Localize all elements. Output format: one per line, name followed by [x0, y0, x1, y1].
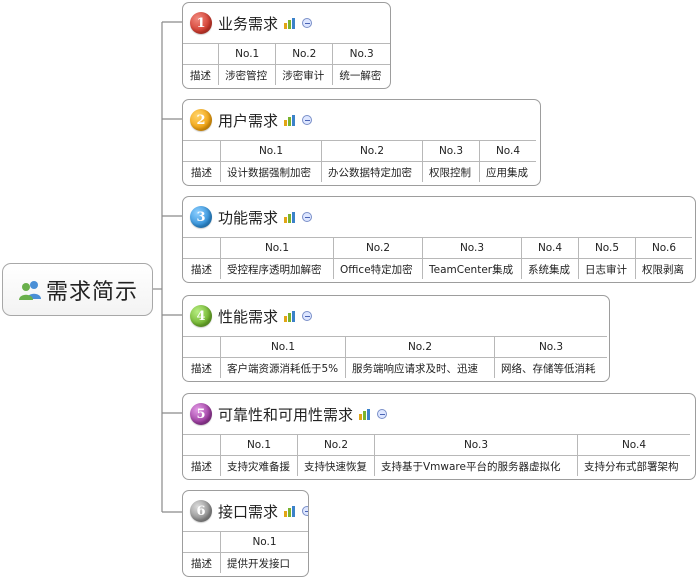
number-badge: 2 — [190, 109, 212, 131]
chart-icon — [359, 409, 371, 420]
branch-performance[interactable]: 4 性能需求 No.1 No.2 No.3 描述 客户端资源消耗低于5% 服务端… — [182, 295, 610, 382]
branch-table: No.1 No.2 No.3 No.4 描述 设计数据强制加密 办公数据特定加密… — [183, 140, 536, 182]
table-cell: 支持基于Vmware平台的服务器虚拟化 — [374, 455, 578, 476]
column-header: No.1 — [220, 434, 298, 456]
table-cell: 客户端资源消耗低于5% — [220, 357, 346, 378]
column-header: No.3 — [332, 43, 390, 65]
branch-table: No.1 描述 提供开发接口 — [183, 531, 308, 573]
branch-header: 1 业务需求 — [183, 3, 390, 43]
column-header: No.6 — [635, 237, 692, 259]
column-header: No.4 — [521, 237, 579, 259]
collapse-icon[interactable] — [302, 18, 313, 28]
collapse-icon[interactable] — [377, 409, 388, 419]
branch-header: 4 性能需求 — [183, 296, 609, 336]
column-header: No.2 — [321, 140, 423, 162]
table-cell: 网络、存储等低消耗 — [494, 357, 607, 378]
central-topic-title: 需求简示 — [46, 279, 139, 305]
row-label: 描述 — [183, 357, 221, 378]
table-cell: 涉密审计 — [275, 64, 334, 85]
column-header: No.2 — [345, 336, 495, 358]
collapse-icon[interactable] — [302, 115, 313, 125]
column-header: No.2 — [333, 237, 423, 259]
column-header: No.1 — [220, 237, 334, 259]
number-badge: 1 — [190, 12, 212, 34]
column-header: No.1 — [220, 140, 322, 162]
table-cell: 提供开发接口 — [220, 552, 308, 573]
table-cell: 设计数据强制加密 — [220, 161, 322, 182]
people-icon — [19, 280, 41, 300]
collapse-icon[interactable] — [302, 311, 313, 321]
table-cell: TeamCenter集成 — [422, 258, 522, 279]
column-header: No.3 — [494, 336, 607, 358]
branch-user[interactable]: 2 用户需求 No.1 No.2 No.3 No.4 描述 设计数据强制加密 办… — [182, 99, 541, 186]
table-cell: 权限控制 — [422, 161, 480, 182]
branch-table: No.1 No.2 No.3 No.4 No.5 No.6 描述 受控程序透明加… — [183, 237, 692, 279]
table-cell: Office特定加密 — [333, 258, 423, 279]
chart-icon — [284, 212, 296, 223]
branch-function[interactable]: 3 功能需求 No.1 No.2 No.3 No.4 No.5 No.6 描述 … — [182, 196, 696, 283]
branch-title: 接口需求 — [218, 502, 279, 521]
number-badge: 3 — [190, 206, 212, 228]
branch-title: 性能需求 — [218, 307, 279, 326]
branch-title: 可靠性和可用性需求 — [218, 405, 354, 424]
branch-reliability[interactable]: 5 可靠性和可用性需求 No.1 No.2 No.3 No.4 描述 支持灾难备… — [182, 393, 696, 480]
branch-header: 3 功能需求 — [183, 197, 695, 237]
column-header: No.3 — [422, 140, 480, 162]
branch-table: No.1 No.2 No.3 No.4 描述 支持灾难备援 支持快速恢复 支持基… — [183, 434, 690, 476]
table-cell: 应用集成 — [479, 161, 536, 182]
branch-title: 业务需求 — [218, 14, 279, 33]
row-label: 描述 — [183, 161, 221, 182]
column-header: No.2 — [275, 43, 334, 65]
table-cell: 办公数据特定加密 — [321, 161, 423, 182]
row-label: 描述 — [183, 455, 221, 476]
column-header: No.2 — [297, 434, 375, 456]
branch-header: 6 接口需求 — [183, 491, 308, 531]
column-header: No.1 — [220, 531, 308, 553]
table-cell: 支持分布式部署架构 — [577, 455, 690, 476]
table-cell: 涉密管控 — [218, 64, 277, 85]
table-cell: 服务端响应请求及时、迅速 — [345, 357, 495, 378]
branch-title: 功能需求 — [218, 208, 279, 227]
table-cell: 支持灾难备援 — [220, 455, 298, 476]
collapse-icon[interactable] — [302, 212, 313, 222]
number-badge: 4 — [190, 305, 212, 327]
branch-title: 用户需求 — [218, 111, 279, 130]
column-header: No.3 — [422, 237, 522, 259]
table-cell: 支持快速恢复 — [297, 455, 375, 476]
column-header: No.1 — [220, 336, 346, 358]
chart-icon — [284, 506, 296, 517]
row-label: 描述 — [183, 552, 221, 573]
column-header: No.3 — [374, 434, 578, 456]
table-cell: 系统集成 — [521, 258, 579, 279]
branch-interface[interactable]: 6 接口需求 No.1 描述 提供开发接口 — [182, 490, 309, 577]
branch-table: No.1 No.2 No.3 描述 客户端资源消耗低于5% 服务端响应请求及时、… — [183, 336, 607, 378]
central-topic[interactable]: 需求简示 — [2, 263, 153, 316]
table-cell: 日志审计 — [578, 258, 636, 279]
collapse-icon[interactable] — [302, 506, 308, 516]
table-cell: 权限剥离 — [635, 258, 692, 279]
chart-icon — [284, 115, 296, 126]
column-header: No.5 — [578, 237, 636, 259]
number-badge: 6 — [190, 500, 212, 522]
column-header: No.1 — [218, 43, 277, 65]
column-header: No.4 — [479, 140, 536, 162]
table-cell: 受控程序透明加解密 — [220, 258, 334, 279]
chart-icon — [284, 311, 296, 322]
branch-header: 2 用户需求 — [183, 100, 540, 140]
branch-header: 5 可靠性和可用性需求 — [183, 394, 695, 434]
chart-icon — [284, 18, 296, 29]
branch-table: No.1 No.2 No.3 描述 涉密管控 涉密审计 统一解密 — [183, 43, 390, 85]
row-label: 描述 — [183, 258, 221, 279]
table-cell: 统一解密 — [332, 64, 390, 85]
row-label: 描述 — [183, 64, 220, 85]
number-badge: 5 — [190, 403, 212, 425]
column-header: No.4 — [577, 434, 690, 456]
branch-business[interactable]: 1 业务需求 No.1 No.2 No.3 描述 涉密管控 涉密审计 统一解密 — [182, 2, 391, 89]
